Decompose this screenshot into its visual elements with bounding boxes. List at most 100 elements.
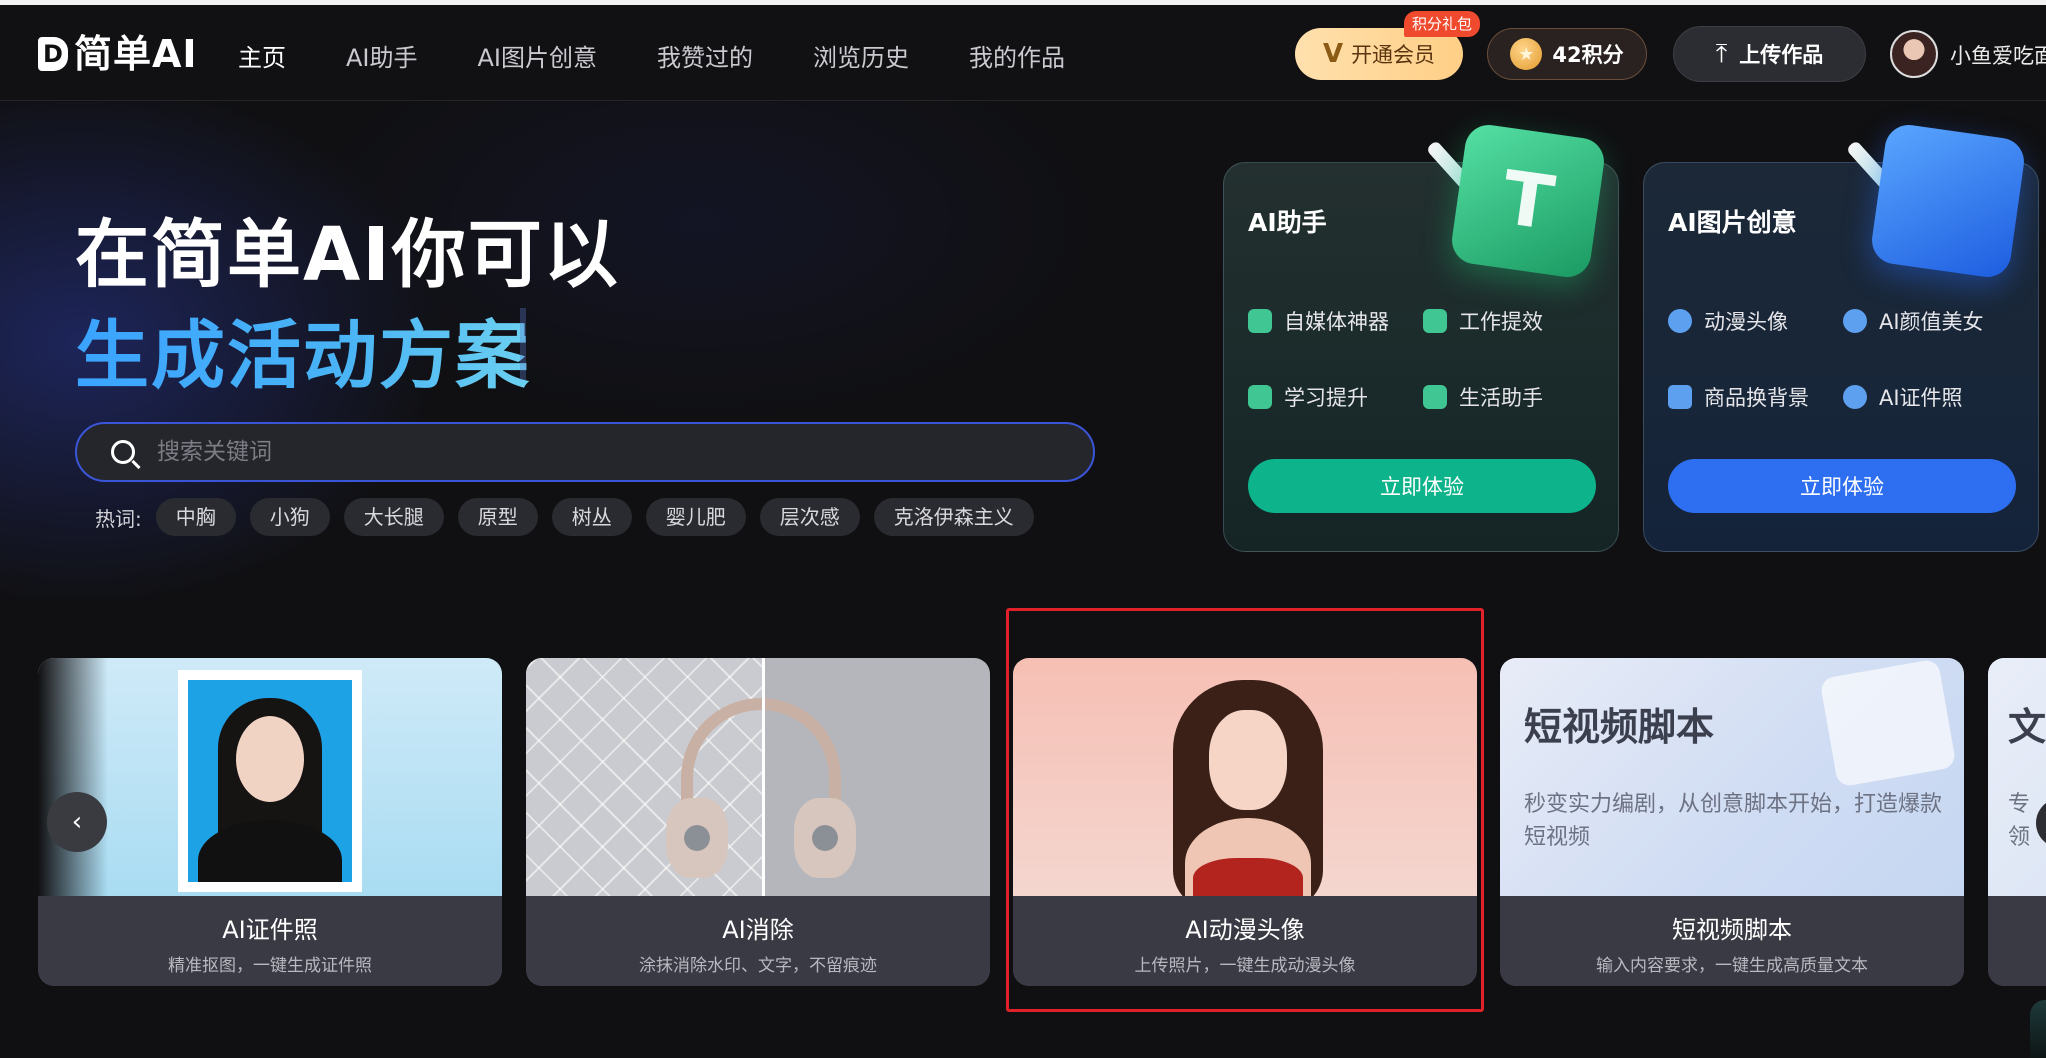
feature-item[interactable]: AI证件照 <box>1843 382 2018 412</box>
tool-card-title: AI动漫头像 <box>1185 916 1305 944</box>
anime-face-icon <box>1668 309 1692 333</box>
tool-card-desc: 上传照片，一键生成动漫头像 <box>1134 956 1356 976</box>
vip-icon: V <box>1322 39 1344 69</box>
document-icon <box>1248 385 1272 409</box>
search-bar[interactable] <box>75 422 1095 482</box>
tool-card-ai-eraser[interactable]: AI消除 涂抹消除水印、文字，不留痕迹 <box>526 658 990 986</box>
id-photo-illustration <box>178 670 362 892</box>
tool-card-video-script[interactable]: 短视频脚本 秒变实力编剧，从创意脚本开始，打造爆款短视频 短视频脚本 输入内容要… <box>1500 658 1964 986</box>
video-icon <box>1423 309 1447 333</box>
hot-keywords: 热词: 中胸 小狗 大长腿 原型 树丛 婴儿肥 层次感 克洛伊森主义 <box>95 498 1048 536</box>
tool-cover-subtitle: 专 领 <box>2008 792 2031 850</box>
upload-label: 上传作品 <box>1739 43 1824 67</box>
compare-divider <box>762 658 765 896</box>
feature-card-ai-image[interactable]: AI图片创意 动漫头像 AI颜值美女 商品换背景 AI证件照 立即体验 <box>1643 121 2039 552</box>
hot-tag[interactable]: 原型 <box>457 498 538 536</box>
beauty-icon <box>1843 309 1867 333</box>
chevron-left-icon: ‹ <box>71 807 83 837</box>
feature-item-label: 工作提效 <box>1459 310 1543 334</box>
hot-tag[interactable]: 中胸 <box>155 498 236 536</box>
id-photo-icon <box>1843 385 1867 409</box>
headphones-illustration <box>666 698 856 878</box>
tool-card-title: AI消除 <box>722 916 794 944</box>
feature-item-list: 动漫头像 AI颜值美女 商品换背景 AI证件照 <box>1668 306 2028 412</box>
floating-widget[interactable] <box>2030 1000 2046 1058</box>
tool-card-ai-anime-avatar[interactable]: AI动漫头像 上传照片，一键生成动漫头像 <box>1013 658 1477 986</box>
feature-item-label: 生活助手 <box>1459 386 1543 410</box>
logo-mark-icon: D <box>38 37 68 71</box>
tool-card-image: 文 专 领 <box>1988 658 2046 896</box>
hot-tag[interactable]: 大长腿 <box>343 498 444 536</box>
feature-card-title: AI图片创意 <box>1668 208 1797 237</box>
typing-caret <box>520 308 526 380</box>
hot-keywords-label: 热词: <box>95 506 142 531</box>
tool-cover-subtitle: 秒变实力编剧，从创意脚本开始，打造爆款短视频 <box>1524 792 1943 850</box>
tool-cover-title: 文 <box>2008 705 2046 749</box>
tool-card-desc: 精准抠图，一键生成证件照 <box>168 956 372 976</box>
nav-item-history[interactable]: 浏览历史 <box>813 41 909 75</box>
nav-item-home[interactable]: 主页 <box>238 41 286 75</box>
tool-card-info: AI证件照 精准抠图，一键生成证件照 <box>38 896 502 986</box>
search-icon[interactable] <box>111 440 135 464</box>
tool-card-info <box>1988 896 2046 986</box>
balloon-icon <box>1423 385 1447 409</box>
document-icon <box>1819 658 1957 788</box>
vip-label: 开通会员 <box>1351 43 1436 67</box>
tool-card-image <box>38 658 502 896</box>
media-icon <box>1248 309 1272 333</box>
hot-tag[interactable]: 克洛伊森主义 <box>873 498 1034 536</box>
feature-item[interactable]: 商品换背景 <box>1668 382 1843 412</box>
coin-icon: ★ <box>1510 38 1543 70</box>
hot-tag[interactable]: 婴儿肥 <box>645 498 746 536</box>
tool-card-image <box>1013 658 1477 910</box>
tool-card-ai-id-photo[interactable]: AI证件照 精准抠图，一键生成证件照 <box>38 658 502 986</box>
upload-icon: ⤒ <box>1715 38 1728 69</box>
feature-item-label: AI颜值美女 <box>1879 310 1984 334</box>
logo-text: 简单AI <box>74 32 198 76</box>
username[interactable]: 小鱼爱吃面 <box>1950 40 2046 70</box>
palette-tool-icon <box>1868 121 2028 281</box>
search-input[interactable] <box>157 439 1037 465</box>
feature-item[interactable]: 学习提升 <box>1248 382 1423 412</box>
hero-title: 在简单AI你可以 <box>75 212 620 298</box>
feature-card-ai-assistant[interactable]: T AI助手 自媒体神器 工作提效 学习提升 生活助手 立即体验 <box>1223 121 1619 552</box>
feature-item-list: 自媒体神器 工作提效 学习提升 生活助手 <box>1248 306 1608 412</box>
image-icon <box>1668 385 1692 409</box>
upload-button[interactable]: ⤒ 上传作品 <box>1673 26 1866 82</box>
points-button[interactable]: ★ 42积分 <box>1487 28 1647 80</box>
nav-item-ai-assistant[interactable]: AI助手 <box>346 41 418 75</box>
feature-item-label: 学习提升 <box>1284 386 1368 410</box>
avatar[interactable] <box>1890 30 1938 78</box>
hot-tag[interactable]: 小狗 <box>249 498 330 536</box>
tool-card-info: AI消除 涂抹消除水印、文字，不留痕迹 <box>526 896 990 986</box>
try-now-button[interactable]: 立即体验 <box>1248 459 1596 513</box>
feature-item[interactable]: 动漫头像 <box>1668 306 1843 336</box>
tool-card-desc: 涂抹消除水印、文字，不留痕迹 <box>639 956 877 976</box>
try-now-button[interactable]: 立即体验 <box>1668 459 2016 513</box>
carousel-prev-button[interactable]: ‹ <box>47 792 107 852</box>
nav-item-liked[interactable]: 我赞过的 <box>657 41 753 75</box>
tool-card-title: AI证件照 <box>222 916 318 944</box>
feature-item-label: 动漫头像 <box>1704 310 1788 334</box>
tool-card-image: 短视频脚本 秒变实力编剧，从创意脚本开始，打造爆款短视频 <box>1500 658 1964 896</box>
feature-item[interactable]: 生活助手 <box>1423 382 1598 412</box>
tool-card-title: 短视频脚本 <box>1672 916 1792 944</box>
text-tool-icon: T <box>1448 121 1608 281</box>
logo[interactable]: D 简单AI <box>38 34 198 74</box>
feature-item[interactable]: 工作提效 <box>1423 306 1598 336</box>
nav-menu: 主页 AI助手 AI图片创意 我赞过的 浏览历史 我的作品 <box>238 41 1125 75</box>
tool-cover-title: 短视频脚本 <box>1524 705 1715 749</box>
vip-badge: 积分礼包 <box>1404 11 1481 37</box>
hero-subtitle: 生成活动方案 <box>75 296 531 403</box>
feature-item[interactable]: 自媒体神器 <box>1248 306 1423 336</box>
hot-tag[interactable]: 树丛 <box>551 498 632 536</box>
nav-item-ai-image[interactable]: AI图片创意 <box>478 41 598 75</box>
feature-item[interactable]: AI颜值美女 <box>1843 306 2018 336</box>
nav-item-my-works[interactable]: 我的作品 <box>969 41 1065 75</box>
tool-card-info: 短视频脚本 输入内容要求，一键生成高质量文本 <box>1500 896 1964 986</box>
hot-tag[interactable]: 层次感 <box>759 498 860 536</box>
tool-card-image <box>526 658 990 896</box>
tool-card-info: AI动漫头像 上传照片，一键生成动漫头像 <box>1013 896 1477 986</box>
tool-card-desc: 输入内容要求，一键生成高质量文本 <box>1596 956 1868 976</box>
points-label: 42积分 <box>1552 43 1624 67</box>
